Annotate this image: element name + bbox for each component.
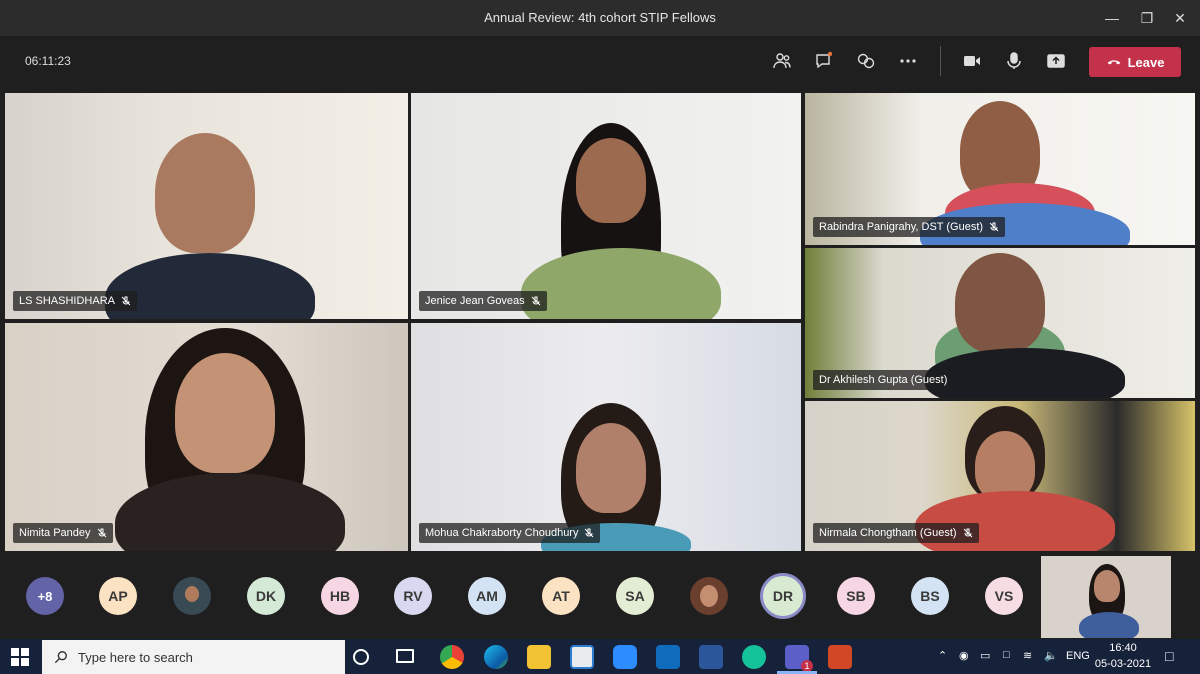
participant-video — [576, 423, 646, 513]
video-tile[interactable]: Nirmala Chongtham (Guest) — [805, 401, 1195, 551]
participant-avatar[interactable]: AM — [468, 577, 506, 615]
task-view-icon[interactable] — [396, 649, 414, 663]
leave-button-label: Leave — [1127, 54, 1165, 70]
participant-name: Dr Akhilesh Gupta (Guest) — [819, 374, 948, 386]
edge-icon[interactable] — [484, 645, 508, 669]
toolbar-divider — [940, 46, 941, 76]
chat-icon[interactable] — [811, 48, 837, 74]
participant-avatar[interactable]: SB — [837, 577, 875, 615]
meeting-timer: 06:11:23 — [25, 54, 71, 68]
show-hidden-icons-icon[interactable]: ⌃ — [938, 649, 947, 662]
participant-video — [1094, 570, 1120, 602]
video-tile[interactable]: Rabindra Panigrahy, DST (Guest) — [805, 93, 1195, 245]
participant-name-tag: Dr Akhilesh Gupta (Guest) — [813, 370, 954, 390]
photos-icon[interactable] — [570, 645, 594, 669]
participant-avatar[interactable]: VS — [985, 577, 1023, 615]
cortana-icon[interactable] — [353, 649, 369, 665]
participant-video — [155, 133, 255, 253]
more-options-icon[interactable] — [895, 48, 921, 74]
wifi-icon[interactable]: ≋ — [1023, 649, 1032, 662]
windows-start-icon[interactable] — [11, 648, 29, 666]
muted-mic-icon — [963, 528, 972, 538]
muted-mic-icon — [585, 528, 594, 538]
more-participants-button[interactable]: +8 — [26, 577, 64, 615]
participant-video — [925, 348, 1125, 398]
participant-name-tag: Jenice Jean Goveas — [419, 291, 547, 311]
volume-icon[interactable]: 🔈 — [1044, 649, 1058, 662]
battery-icon[interactable]: ▭ — [980, 649, 990, 662]
participant-name: Mohua Chakraborty Choudhury — [425, 527, 579, 539]
muted-mic-icon — [97, 528, 106, 538]
teams-icon[interactable]: 1 — [785, 645, 813, 672]
participant-name: Jenice Jean Goveas — [425, 295, 525, 307]
participants-icon[interactable] — [769, 48, 795, 74]
participant-avatar[interactable]: HB — [321, 577, 359, 615]
muted-mic-icon — [531, 296, 541, 306]
participant-avatar-photo[interactable] — [690, 577, 728, 615]
grammarly-icon[interactable] — [742, 645, 766, 669]
participant-roster-bar: +8 AP DK HB RV AM AT SA DR SB BS VS — [0, 555, 1200, 639]
notifications-icon[interactable]: □ — [1165, 648, 1173, 664]
mail-icon[interactable] — [656, 645, 680, 669]
clock-time[interactable]: 16:40 — [1098, 642, 1148, 654]
input-language[interactable]: ENG — [1066, 650, 1090, 662]
restore-icon[interactable]: ❐ — [1135, 6, 1159, 30]
participant-avatar[interactable]: DK — [247, 577, 285, 615]
taskbar-search-box[interactable]: Type here to search — [42, 640, 345, 674]
participant-video — [175, 353, 275, 473]
hang-up-icon — [1107, 60, 1120, 65]
close-icon[interactable]: ✕ — [1168, 6, 1192, 30]
speaking-participant-avatar[interactable]: DR — [760, 573, 806, 619]
participant-video — [576, 138, 646, 223]
participant-name-tag: Mohua Chakraborty Choudhury — [419, 523, 601, 543]
windows-taskbar: Type here to search 1 ⌃ ◉ ▭ □ ≋ 🔈 ENG 16… — [0, 639, 1200, 674]
leave-button[interactable]: Leave — [1089, 47, 1181, 77]
participant-avatar[interactable]: SA — [616, 577, 654, 615]
participant-avatar[interactable]: BS — [911, 577, 949, 615]
video-tile[interactable]: LS SHASHIDHARA — [5, 93, 408, 319]
muted-mic-icon — [989, 222, 999, 232]
chrome-icon[interactable] — [440, 645, 464, 669]
search-placeholder: Type here to search — [78, 649, 193, 665]
camera-icon[interactable] — [959, 48, 985, 74]
title-bar: Annual Review: 4th cohort STIP Fellows —… — [0, 0, 1200, 36]
video-tile[interactable]: Mohua Chakraborty Choudhury — [411, 323, 801, 551]
powerpoint-icon[interactable] — [828, 645, 852, 669]
meeting-toolbar: 06:11:23 Leave — [0, 36, 1200, 88]
self-view-video[interactable] — [1041, 556, 1171, 638]
participant-name-tag: Rabindra Panigrahy, DST (Guest) — [813, 217, 1006, 237]
participant-name: Nirmala Chongtham (Guest) — [819, 527, 957, 539]
window-title: Annual Review: 4th cohort STIP Fellows — [484, 10, 716, 25]
clock-date[interactable]: 05-03-2021 — [1094, 658, 1152, 670]
participant-name-tag: LS SHASHIDHARA — [13, 291, 137, 311]
participant-avatar-photo[interactable] — [173, 577, 211, 615]
participant-name-tag: Nirmala Chongtham (Guest) — [813, 523, 979, 543]
participant-avatar[interactable]: RV — [394, 577, 432, 615]
participant-video — [521, 248, 721, 319]
word-icon[interactable] — [699, 645, 723, 669]
participant-name: Rabindra Panigrahy, DST (Guest) — [819, 221, 984, 233]
muted-mic-icon — [121, 296, 131, 306]
tray-app-icon[interactable]: □ — [1003, 649, 1010, 661]
microphone-icon[interactable] — [1001, 48, 1027, 74]
reactions-icon[interactable] — [853, 48, 879, 74]
zoom-icon[interactable] — [613, 645, 637, 669]
video-tile[interactable]: Jenice Jean Goveas — [411, 93, 801, 319]
participant-name: LS SHASHIDHARA — [19, 295, 115, 307]
participant-video — [1079, 612, 1139, 638]
video-tile[interactable]: Nimita Pandey — [5, 323, 408, 551]
share-screen-icon[interactable] — [1043, 48, 1069, 74]
minimize-icon[interactable]: — — [1100, 6, 1124, 30]
video-tile[interactable]: Dr Akhilesh Gupta (Guest) — [805, 248, 1195, 398]
participant-video — [955, 253, 1045, 353]
tray-microphone-icon: ◉ — [959, 650, 969, 662]
participant-avatar[interactable]: AP — [99, 577, 137, 615]
participant-avatar[interactable]: AT — [542, 577, 580, 615]
participant-name-tag: Nimita Pandey — [13, 523, 113, 543]
participant-name: Nimita Pandey — [19, 527, 91, 539]
search-icon — [54, 651, 67, 664]
file-explorer-icon[interactable] — [527, 645, 551, 669]
